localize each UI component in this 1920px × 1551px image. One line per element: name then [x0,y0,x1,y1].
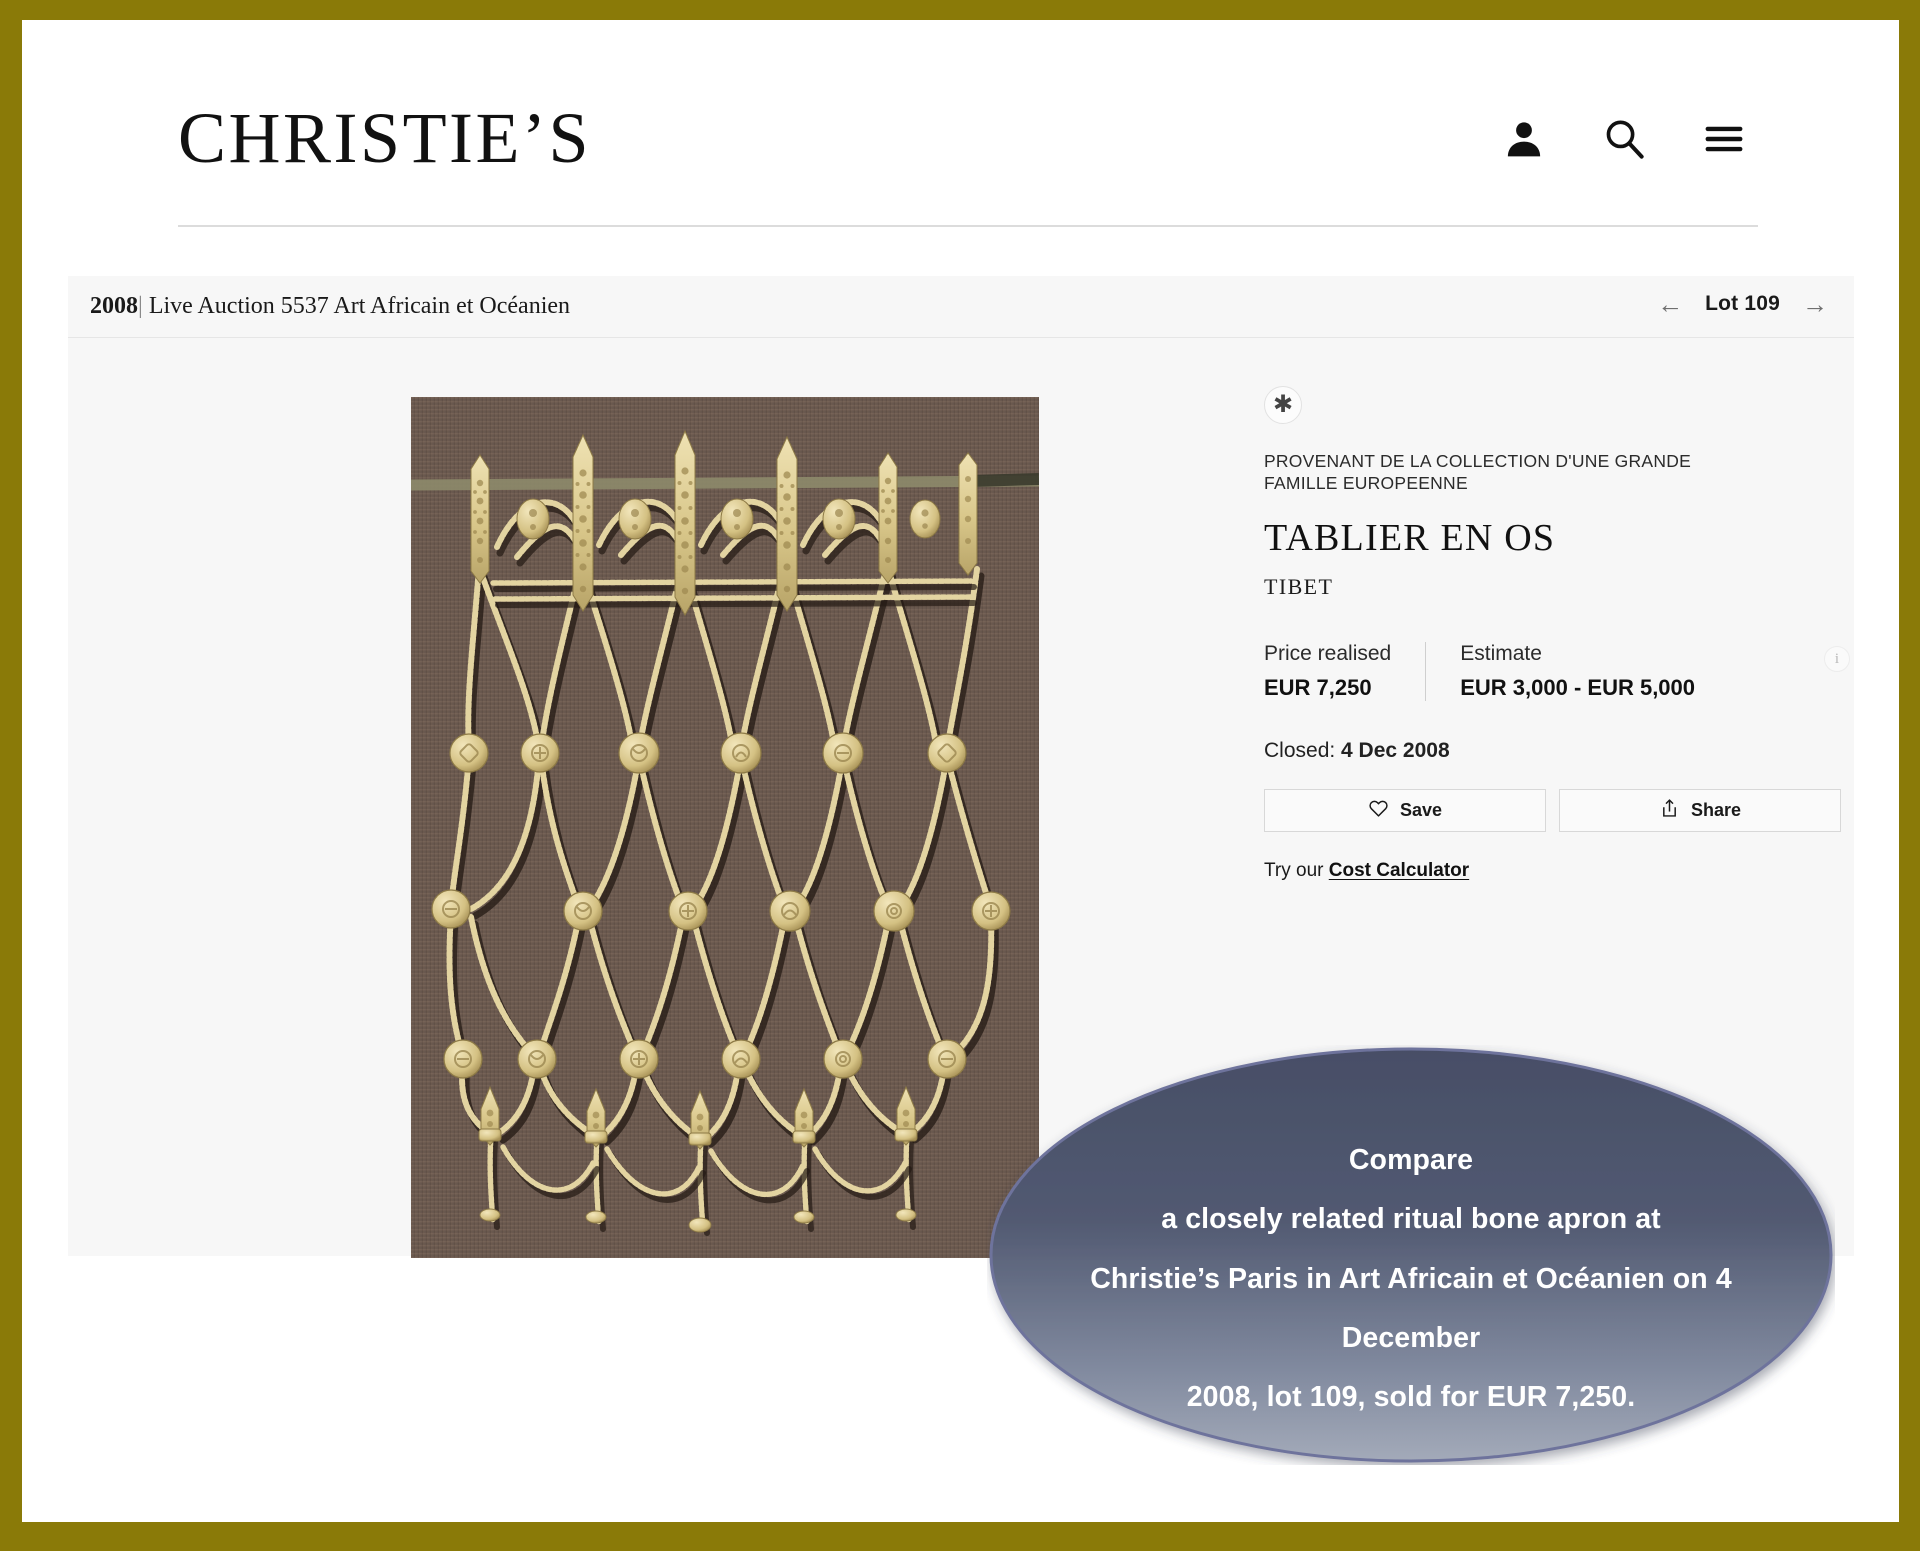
heart-icon [1368,798,1389,824]
cost-calculator-row: Try our Cost Calculator [1264,860,1864,882]
lot-image[interactable] [411,397,1039,1258]
cost-calculator-prefix: Try our [1264,860,1324,882]
asterisk-badge-icon: ✱ [1264,386,1302,424]
lot-details: ✱ PROVENANT DE LA COLLECTION D'UNE GRAND… [1264,386,1864,882]
breadcrumb-auction[interactable]: Live Auction 5537 Art Africain et Océani… [149,293,570,319]
breadcrumb-bar: 2008| Live Auction 5537 Art Africain et … [68,276,1854,338]
price-realised-value: EUR 7,250 [1264,675,1372,701]
slide-canvas: CHRISTIE’S 2008| Live Auction 5537 Art A… [0,0,1920,1551]
lot-status-label: Closed: [1264,739,1336,763]
price-realised-label: Price realised [1264,642,1392,666]
prev-lot-arrow-icon[interactable]: ← [1657,291,1683,317]
estimate-block: Estimate EUR 3,000 - EUR 5,000 [1425,642,1729,702]
breadcrumb-separator: | [138,293,143,319]
lot-title: TABLIER EN OS [1264,517,1556,560]
callout-line-3: Christie’s Paris in Art Africain et Océa… [1090,1262,1732,1354]
estimate-value: EUR 3,000 - EUR 5,000 [1460,675,1696,701]
site-header: CHRISTIE’S [178,75,1758,227]
next-lot-arrow-icon[interactable]: → [1802,291,1828,317]
lot-provenance: PROVENANT DE LA COLLECTION D'UNE GRANDE … [1264,451,1692,494]
share-icon [1659,798,1680,824]
menu-icon[interactable] [1698,113,1750,165]
share-button-label: Share [1690,800,1742,821]
price-section: Price realised EUR 7,250 Estimate EUR 3,… [1264,642,1864,702]
lot-navigation: ← Lot 109 → [1657,291,1828,317]
share-button[interactable]: Share [1559,789,1841,833]
info-icon[interactable]: i [1824,646,1850,673]
breadcrumb: 2008| Live Auction 5537 Art Africain et … [90,293,570,320]
breadcrumb-year[interactable]: 2008 [90,293,138,319]
save-button[interactable]: Save [1264,789,1546,833]
estimate-label: Estimate [1460,642,1542,666]
cost-calculator-link[interactable]: Cost Calculator [1329,860,1469,881]
lot-status: Closed: 4 Dec 2008 [1264,739,1864,763]
slide-page: CHRISTIE’S 2008| Live Auction 5537 Art A… [22,20,1899,1522]
lot-origin: TIBET [1264,574,1334,600]
search-icon[interactable] [1598,113,1650,165]
lot-status-date: 4 Dec 2008 [1341,739,1450,763]
save-button-label: Save [1399,800,1443,821]
lot-number-label: Lot 109 [1705,292,1780,315]
price-realised-block: Price realised EUR 7,250 [1264,642,1425,701]
account-icon[interactable] [1498,113,1550,165]
lot-panel: 2008| Live Auction 5537 Art Africain et … [68,276,1854,1258]
christies-logo[interactable]: CHRISTIE’S [178,97,591,180]
callout-line-4: 2008, lot 109, sold for EUR 7,250. [1186,1381,1636,1414]
header-icon-group [1498,113,1750,165]
action-buttons: Save Share [1264,789,1864,833]
